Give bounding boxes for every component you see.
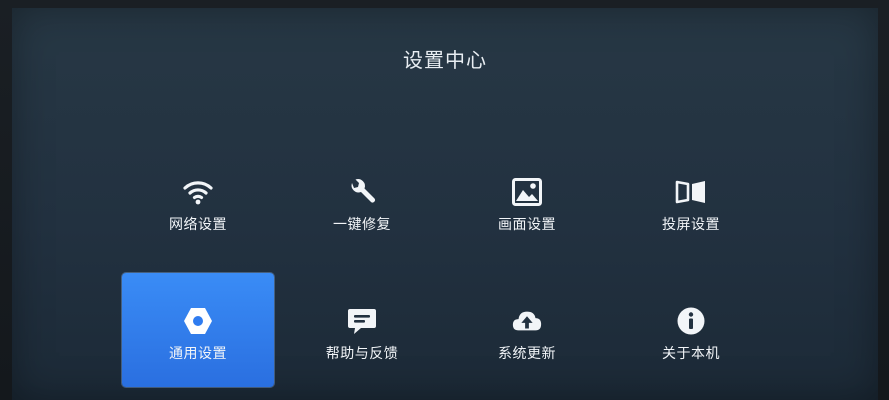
menu-item-help-feedback[interactable]: 帮助与反馈 <box>286 273 438 387</box>
menu-item-label: 一键修复 <box>333 217 391 233</box>
menu-item-label: 画面设置 <box>498 217 556 233</box>
menu-item-general[interactable]: 通用设置 <box>122 273 274 387</box>
hexagon-settings-icon <box>182 305 214 337</box>
menu-item-label: 系统更新 <box>498 346 556 362</box>
info-icon <box>675 305 707 337</box>
cloud-upload-icon <box>511 305 543 337</box>
menu-item-label: 帮助与反馈 <box>325 346 399 362</box>
tv-bezel: 设置中心 网络设置 一键修复 画面设置 投屏设置 通用设置 帮助与反馈 系统更新… <box>0 0 889 400</box>
wifi-icon <box>182 176 214 208</box>
menu-item-system-update[interactable]: 系统更新 <box>451 273 603 387</box>
menu-item-label: 网络设置 <box>169 217 227 233</box>
image-icon <box>511 176 543 208</box>
menu-item-about-device[interactable]: 关于本机 <box>615 273 767 387</box>
menu-item-label: 投屏设置 <box>662 217 720 233</box>
settings-screen: 设置中心 网络设置 一键修复 画面设置 投屏设置 通用设置 帮助与反馈 系统更新… <box>12 8 878 400</box>
menu-item-label: 关于本机 <box>662 346 720 362</box>
chat-feedback-icon <box>346 305 378 337</box>
screen-cast-icon <box>675 176 707 208</box>
page-title: 设置中心 <box>403 48 487 72</box>
menu-item-label: 通用设置 <box>169 346 227 362</box>
wrench-icon <box>346 176 378 208</box>
